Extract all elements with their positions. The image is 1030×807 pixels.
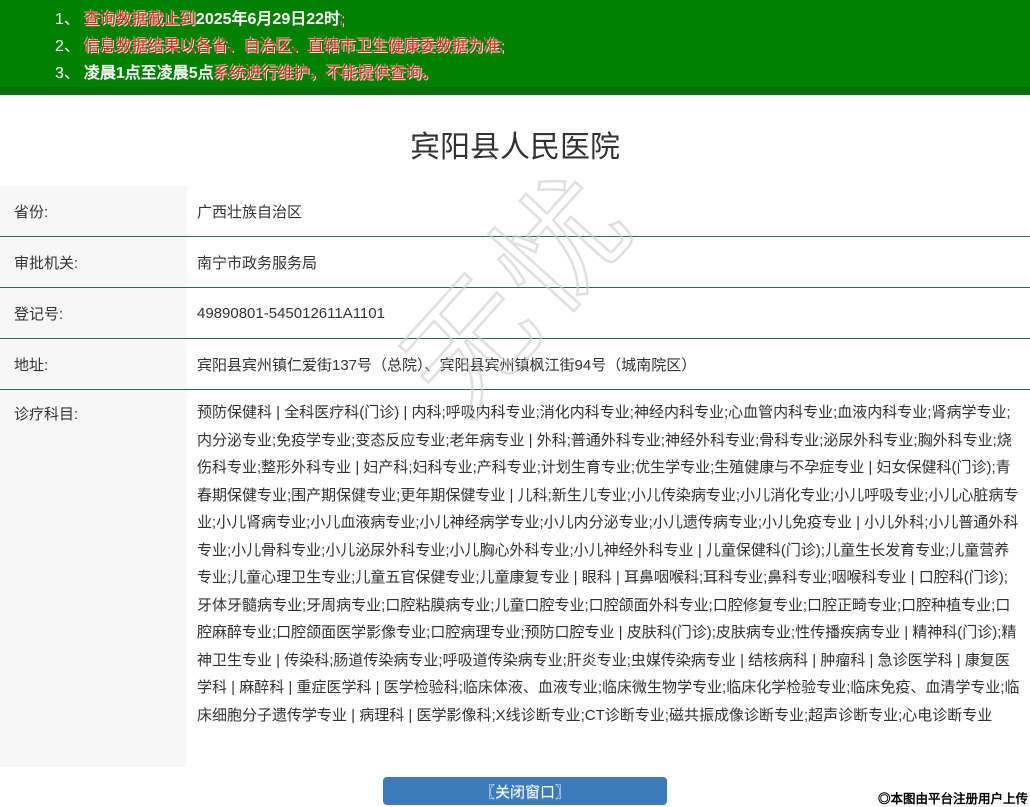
notice-text-strong: 凌晨1点至凌晨5点 — [84, 65, 214, 82]
notice-text: 系统进行维护，不能提供查询。 — [214, 65, 438, 82]
table-row-approval-authority: 审批机关: 南宁市政务服务局 — [0, 237, 1030, 288]
row-value: 南宁市政务服务局 — [187, 237, 1030, 287]
table-row-address: 地址: 宾阳县宾州镇仁爱街137号（总院）、宾阳县宾州镇枫江街94号（城南院区） — [0, 339, 1030, 390]
notice-header: 1、查询数据截止到2025年6月29日22时; 2、信息数据结果以各省、自治区、… — [0, 0, 1030, 95]
table-row-registration-number: 登记号: 49890801-545012611A1101 — [0, 288, 1030, 339]
notice-list: 1、查询数据截止到2025年6月29日22时; 2、信息数据结果以各省、自治区、… — [0, 6, 1030, 87]
notice-item-1: 1、查询数据截止到2025年6月29日22时; — [0, 6, 1030, 33]
notice-number: 3、 — [55, 65, 80, 82]
row-label: 登记号: — [0, 288, 187, 338]
upload-credit-text: ◎本图由平台注册用户上传 — [878, 788, 1028, 807]
page-title: 宾阳县人民医院 — [0, 128, 1030, 186]
notice-item-2: 2、信息数据结果以各省、自治区、直辖市卫生健康委数据为准; — [0, 33, 1030, 60]
row-value: 49890801-545012611A1101 — [187, 288, 1030, 338]
table-row-medical-subjects: 诊疗科目: 预防保健科 | 全科医疗科(门诊) | 内科;呼吸内科专业;消化内科… — [0, 390, 1030, 767]
notice-text: 查询数据截止到 — [84, 11, 196, 28]
notice-text: 信息数据结果以各省、自治区、直辖市卫生健康委数据为准; — [84, 38, 504, 55]
hospital-info-table: 省份: 广西壮族自治区 审批机关: 南宁市政务服务局 登记号: 49890801… — [0, 186, 1030, 767]
table-row-province: 省份: 广西壮族自治区 — [0, 186, 1030, 237]
medical-subjects-text: 预防保健科 | 全科医疗科(门诊) | 内科;呼吸内科专业;消化内科专业;神经内… — [187, 390, 1030, 767]
row-label: 省份: — [0, 186, 187, 236]
close-window-button[interactable]: 〖关闭窗口〗 — [383, 777, 667, 805]
row-label: 审批机关: — [0, 237, 187, 287]
row-label: 地址: — [0, 339, 187, 389]
notice-text: ; — [340, 11, 344, 28]
row-label: 诊疗科目: — [0, 390, 187, 767]
row-value: 宾阳县宾州镇仁爱街137号（总院）、宾阳县宾州镇枫江街94号（城南院区） — [187, 339, 1030, 389]
notice-text-strong: 2025年6月29日22时 — [196, 11, 340, 28]
row-value: 广西壮族自治区 — [187, 186, 1030, 236]
notice-number: 1、 — [55, 11, 80, 28]
notice-item-3: 3、凌晨1点至凌晨5点系统进行维护，不能提供查询。 — [0, 60, 1030, 87]
notice-number: 2、 — [55, 38, 80, 55]
